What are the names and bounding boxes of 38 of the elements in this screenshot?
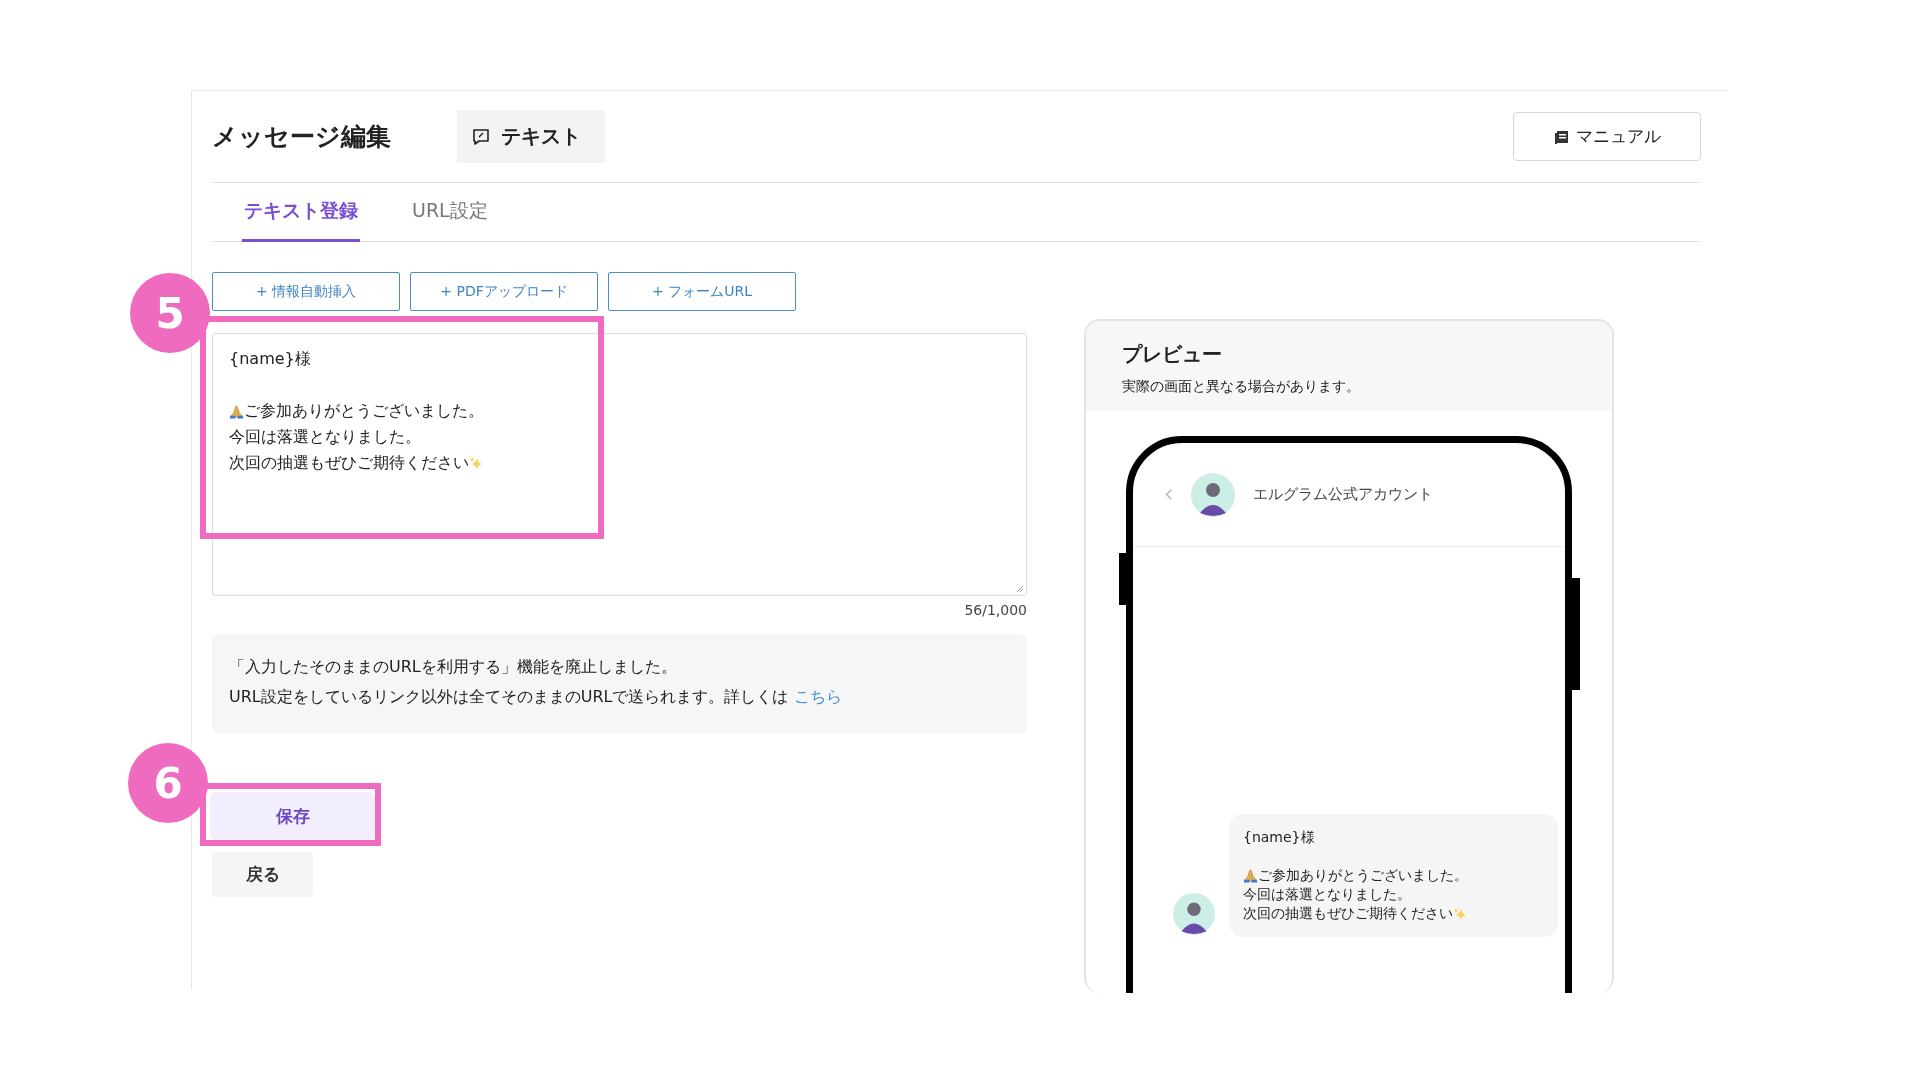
insert-button[interactable]: + 情報自動挿入 xyxy=(212,272,400,311)
message-line: ご参加ありがとうございました。 xyxy=(244,400,484,422)
tab[interactable]: URL設定 xyxy=(410,183,490,242)
insert-button[interactable]: + PDFアップロード xyxy=(410,272,598,311)
praying-hands-icon xyxy=(229,403,244,419)
back-chevron-icon[interactable] xyxy=(1165,488,1173,501)
details-link[interactable]: こちら xyxy=(793,687,842,706)
insert-button[interactable]: + フォームURL xyxy=(608,272,796,311)
avatar-icon xyxy=(1191,472,1235,517)
message-line: 今回は落選となりました。 xyxy=(229,426,421,448)
preview-note: 実際の画面と異なる場合があります。 xyxy=(1122,378,1361,396)
back-button[interactable]: 戻る xyxy=(212,852,313,897)
character-count: 56/1,000 xyxy=(964,602,1027,618)
book-icon xyxy=(1553,128,1570,145)
message-line: 今回は落選となりました。 xyxy=(1243,885,1411,904)
sparkle-icon xyxy=(469,456,483,470)
preview-title: プレビュー xyxy=(1122,341,1223,368)
message-line: {name}様 xyxy=(229,348,311,370)
step-number-badge: 5 xyxy=(130,273,210,353)
message-line: ご参加ありがとうございました。 xyxy=(1258,866,1468,885)
type-tag-label: テキスト xyxy=(501,123,581,150)
account-name: エルグラム公式アカウント xyxy=(1253,485,1433,504)
page-title: メッセージ編集 xyxy=(212,121,391,153)
notice-text: URL設定をしているリンク以外は全てそのままのURLで送られます。詳しくは こちら xyxy=(229,686,843,708)
chat-bubble-icon xyxy=(471,126,491,147)
resize-handle-icon[interactable] xyxy=(1014,583,1024,593)
manual-button[interactable]: マニュアル xyxy=(1513,112,1701,161)
avatar-icon xyxy=(1173,893,1215,935)
praying-hands-icon xyxy=(1243,868,1258,883)
step-number-badge: 6 xyxy=(128,743,208,823)
message-line: 次回の抽選もぜひご期待ください xyxy=(229,452,469,474)
sparkle-icon xyxy=(1453,906,1467,921)
message-textarea[interactable]: {name}様 ご参加ありがとうございました。 今回は落選となりました。 次回の抽選もぜひご期待ください xyxy=(212,333,1027,596)
message-line: {name}様 xyxy=(1243,828,1315,847)
save-button[interactable]: 保存 xyxy=(210,792,375,840)
notice-text: 「入力したそのままのURLを利用する」機能を廃止しました。 xyxy=(229,656,678,678)
message-line: 次回の抽選もぜひご期待ください xyxy=(1243,904,1453,923)
tab[interactable]: テキスト登録 xyxy=(242,183,360,242)
